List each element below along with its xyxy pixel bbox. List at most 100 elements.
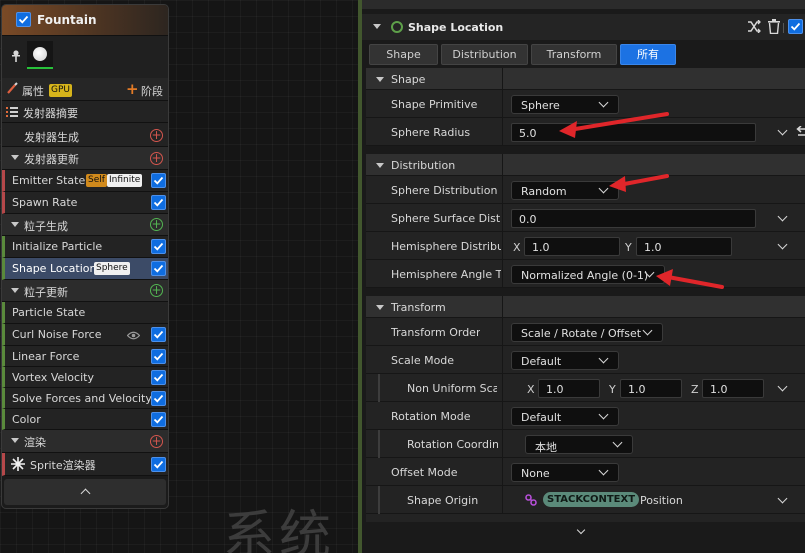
- property-label: Scale Mode: [391, 354, 455, 367]
- hemisphere-y-input[interactable]: 1.0: [636, 237, 732, 256]
- add-module-icon[interactable]: +: [150, 218, 163, 231]
- scroll-down-icon[interactable]: [576, 525, 586, 535]
- input-value: 1.0: [710, 383, 728, 396]
- add-module-icon[interactable]: +: [150, 435, 163, 448]
- collapse-arrow-icon[interactable]: [376, 305, 384, 310]
- stack-context-badge: STACKCONTEXT: [543, 492, 640, 507]
- stage-button[interactable]: 阶段: [141, 83, 163, 99]
- column-divider: [502, 260, 503, 288]
- annotation-arrow-angle-type: [656, 269, 724, 289]
- shape-section-header[interactable]: Shape: [366, 68, 805, 90]
- expand-chevron-icon[interactable]: [777, 125, 788, 136]
- add-module-icon[interactable]: +: [150, 129, 163, 142]
- module-enabled-checkbox[interactable]: [151, 457, 166, 472]
- reset-arrow-icon[interactable]: [796, 125, 805, 141]
- eye-icon[interactable]: [126, 330, 141, 343]
- scale-x-input[interactable]: 1.0: [538, 379, 600, 398]
- collapse-arrow-icon[interactable]: [376, 77, 384, 82]
- module-color[interactable]: Color: [2, 409, 168, 430]
- sphere-distribution-dropdown[interactable]: Random: [511, 181, 619, 200]
- module-enabled-checkbox[interactable]: [151, 261, 166, 276]
- distribution-section-header[interactable]: Distribution: [366, 154, 805, 176]
- module-vortex-velocity[interactable]: Vortex Velocity: [2, 367, 168, 388]
- sphere-badge: Sphere: [94, 262, 130, 275]
- module-linear-force[interactable]: Linear Force: [2, 346, 168, 367]
- rotation-mode-dropdown[interactable]: Default: [511, 407, 619, 426]
- property-label: Offset Mode: [391, 466, 458, 479]
- input-value: 5.0: [519, 127, 537, 140]
- collapse-arrow-icon[interactable]: [11, 438, 19, 443]
- module-enabled-checkbox[interactable]: [151, 370, 166, 385]
- scale-y-input[interactable]: 1.0: [620, 379, 682, 398]
- emitter-thumbnail[interactable]: [27, 41, 53, 69]
- property-label: Hemisphere Distribut: [391, 240, 501, 253]
- module-emitter-state[interactable]: Emitter State Self Infinite: [2, 170, 168, 192]
- details-panel: Shape Location Shape Distribution Transf…: [358, 0, 805, 553]
- transform-section-header[interactable]: Transform: [366, 296, 805, 318]
- module-initialize-particle[interactable]: Initialize Particle: [2, 236, 168, 258]
- tab-distribution[interactable]: Distribution: [441, 44, 528, 65]
- dropdown-value: Default: [521, 411, 562, 424]
- module-enabled-checkbox[interactable]: [151, 391, 166, 406]
- hemisphere-x-input[interactable]: 1.0: [524, 237, 620, 256]
- dropdown-value: None: [521, 467, 550, 480]
- collapse-arrow-icon[interactable]: [11, 222, 19, 227]
- module-enabled-checkbox[interactable]: [151, 239, 166, 254]
- column-divider: [502, 118, 503, 146]
- property-label: Sphere Distribution: [391, 184, 498, 197]
- expand-chevron-icon[interactable]: [777, 381, 788, 392]
- add-module-icon[interactable]: +: [150, 152, 163, 165]
- add-module-icon[interactable]: +: [150, 284, 163, 297]
- collapse-arrow-icon[interactable]: [373, 24, 381, 29]
- module-enabled-checkbox[interactable]: [151, 173, 166, 188]
- scale-z-input[interactable]: 1.0: [702, 379, 764, 398]
- emitter-title: Fountain: [37, 13, 97, 27]
- collapse-arrow-icon[interactable]: [376, 163, 384, 168]
- chevron-down-icon: [598, 409, 609, 420]
- module-solve-forces[interactable]: Solve Forces and Velocity: [2, 388, 168, 409]
- collapse-node-button[interactable]: [4, 479, 166, 505]
- column-divider: [502, 486, 503, 514]
- scale-mode-dropdown[interactable]: Default: [511, 351, 619, 370]
- module-enabled-checkbox[interactable]: [151, 349, 166, 364]
- module-shape-location[interactable]: Shape Location Sphere: [2, 258, 168, 280]
- chevron-down-icon: [598, 353, 609, 364]
- emitter-spawn-row[interactable]: 发射器生成 +: [2, 123, 168, 147]
- emitter-summary-row[interactable]: 发射器摘要: [2, 101, 168, 123]
- properties-label[interactable]: 属性: [22, 83, 44, 99]
- module-enabled-checkbox[interactable]: [151, 327, 166, 342]
- input-value: 1.0: [628, 383, 646, 396]
- expand-chevron-icon[interactable]: [777, 493, 788, 504]
- expand-chevron-icon[interactable]: [777, 239, 788, 250]
- module-curl-noise-force[interactable]: Curl Noise Force: [2, 324, 168, 346]
- module-enabled-checkbox[interactable]: [151, 412, 166, 427]
- emitter-update-section[interactable]: 发射器更新 +: [2, 147, 168, 170]
- module-enabled-checkbox[interactable]: [151, 195, 166, 210]
- collapse-arrow-icon[interactable]: [11, 288, 19, 293]
- render-section[interactable]: 渲染 +: [2, 430, 168, 453]
- shuffle-icon[interactable]: [747, 19, 761, 36]
- module-sprite-renderer[interactable]: Sprite渲染器: [2, 453, 168, 476]
- tab-shape[interactable]: Shape: [369, 44, 438, 65]
- module-spawn-rate[interactable]: Spawn Rate: [2, 192, 168, 214]
- property-label: Transform Order: [391, 326, 481, 339]
- particle-spawn-section[interactable]: 粒子生成 +: [2, 214, 168, 236]
- tab-all[interactable]: 所有: [620, 44, 676, 65]
- sphere-surface-input[interactable]: 0.0: [511, 209, 756, 228]
- hemisphere-angle-dropdown[interactable]: Normalized Angle (0-1): [511, 265, 665, 284]
- collapse-arrow-icon[interactable]: [11, 155, 19, 160]
- emitter-enabled-checkbox[interactable]: [16, 12, 31, 27]
- trash-icon[interactable]: [768, 19, 780, 37]
- expand-chevron-icon[interactable]: [777, 211, 788, 222]
- module-enabled-checkbox[interactable]: [788, 19, 803, 34]
- offset-mode-dropdown[interactable]: None: [511, 463, 619, 482]
- module-title: Shape Location: [408, 21, 504, 34]
- particle-update-section[interactable]: 粒子更新 +: [2, 280, 168, 302]
- transform-order-dropdown[interactable]: Scale / Rotate / Offset: [511, 323, 663, 342]
- module-particle-state[interactable]: Particle State: [2, 302, 168, 324]
- tab-transform[interactable]: Transform: [531, 44, 617, 65]
- module-label: Solve Forces and Velocity: [12, 392, 152, 405]
- rotation-coordinate-dropdown[interactable]: 本地: [525, 435, 633, 454]
- column-divider: [502, 90, 503, 118]
- pin-icon[interactable]: [10, 49, 22, 66]
